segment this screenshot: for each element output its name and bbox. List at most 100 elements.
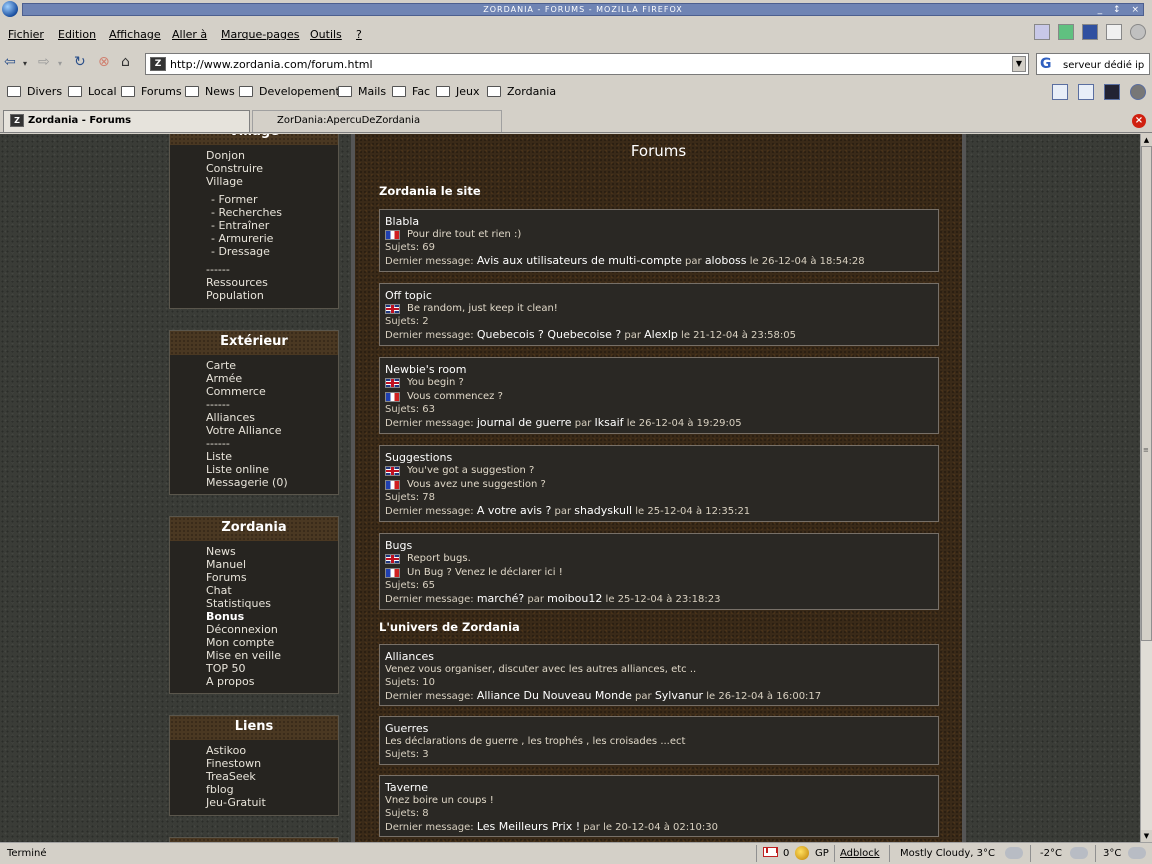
sidebar-item-alliances[interactable]: Alliances — [206, 411, 338, 424]
tab-apercu[interactable]: ZorDania:ApercuDeZordania — [252, 110, 502, 132]
sidebar-item-commerce[interactable]: Commerce — [206, 385, 338, 398]
forum-entry[interactable]: Newbie's room You begin ? Vous commencez… — [379, 357, 939, 434]
forum-entry[interactable]: Off topic Be random, just keep it clean!… — [379, 283, 939, 346]
last-user-link[interactable]: Sylvanur — [655, 689, 703, 702]
sidebar-item-astikoo[interactable]: Astikoo — [206, 744, 338, 757]
gmail-icon[interactable] — [763, 847, 778, 858]
sidebar-item-chat[interactable]: Chat — [206, 584, 338, 597]
sidebar-item-ressources[interactable]: Ressources — [206, 276, 338, 289]
menu-outils[interactable]: Outils — [310, 28, 342, 41]
sidebar-item-liste[interactable]: Liste — [206, 450, 338, 463]
menu-edition[interactable]: Edition — [58, 28, 96, 41]
adblock-link[interactable]: Adblock — [840, 848, 880, 859]
scroll-up-icon[interactable]: ▲ — [1141, 134, 1152, 146]
forum-name[interactable]: Guerres — [385, 722, 933, 735]
url-input[interactable] — [170, 56, 1010, 72]
sidebar-item-armee[interactable]: Armée — [206, 372, 338, 385]
sidebar-item-dressage[interactable]: - Dressage — [206, 245, 338, 258]
sidebar-item-statistiques[interactable]: Statistiques — [206, 597, 338, 610]
globe-menu-icon[interactable] — [1130, 84, 1146, 100]
sidebar-item-liste-online[interactable]: Liste online — [206, 463, 338, 476]
sidebar-item-top50[interactable]: TOP 50 — [206, 662, 338, 675]
bookmark-folder[interactable]: News — [185, 85, 235, 98]
puzzle-icon[interactable] — [1058, 24, 1074, 40]
sidebar-item-votre-alliance[interactable]: Votre Alliance — [206, 424, 338, 437]
sidebar-item-entrainer[interactable]: - Entraîner — [206, 219, 338, 232]
forum-entry[interactable]: Taverne Vnez boire un coups ! Sujets: 8 … — [379, 775, 939, 837]
sidebar-item-former[interactable]: - Former — [206, 193, 338, 206]
back-arrow-icon[interactable]: ⇦ — [4, 54, 16, 70]
minimize-button[interactable]: _ — [1098, 5, 1103, 15]
menu-help[interactable]: ? — [356, 28, 362, 41]
last-topic-link[interactable]: Quebecois ? Quebecoise ? — [477, 328, 621, 341]
sidebar-item-deconnexion[interactable]: Déconnexion — [206, 623, 338, 636]
sidebar-item-armurerie[interactable]: - Armurerie — [206, 232, 338, 245]
sidebar-item-bonus[interactable]: Bonus — [206, 610, 338, 623]
bookmark-folder[interactable]: Fac — [392, 85, 430, 98]
sidebar-item-news[interactable]: News — [206, 545, 338, 558]
forum-entry[interactable]: Guerres Les déclarations de guerre , les… — [379, 716, 939, 765]
weather-text[interactable]: Mostly Cloudy, 3°C — [900, 848, 995, 859]
page-info-icon[interactable] — [1052, 84, 1068, 100]
sidebar-item-mise-en-veille[interactable]: Mise en veille — [206, 649, 338, 662]
last-user-link[interactable]: aloboss — [705, 254, 747, 267]
sidebar-item-construire[interactable]: Construire — [206, 162, 338, 175]
forum-name[interactable]: Off topic — [385, 289, 933, 302]
gp-icon[interactable] — [795, 846, 809, 860]
sidebar-item-fblog[interactable]: fblog — [206, 783, 338, 796]
back-dropdown-icon[interactable]: ▾ — [23, 59, 27, 68]
menu-aller-a[interactable]: Aller à — [172, 28, 207, 41]
google-search-icon[interactable]: G — [1040, 56, 1052, 72]
last-topic-link[interactable]: Les Meilleurs Prix ! — [477, 820, 580, 833]
menu-affichage[interactable]: Affichage — [109, 28, 161, 41]
forum-entry[interactable]: Bugs Report bugs. Un Bug ? Venez le décl… — [379, 533, 939, 610]
forum-name[interactable]: Newbie's room — [385, 363, 933, 376]
console-icon[interactable] — [1104, 84, 1120, 100]
maximize-button[interactable]: ↕ — [1113, 5, 1121, 15]
notes-icon[interactable] — [1106, 24, 1122, 40]
search-input[interactable] — [1063, 57, 1149, 73]
sidebar-item-village[interactable]: Village — [206, 175, 338, 188]
address-bar[interactable]: Z ▼ — [145, 53, 1029, 75]
close-window-button[interactable]: × — [1131, 5, 1139, 15]
weather-temp-2[interactable]: -2°C — [1040, 848, 1062, 859]
stop-icon[interactable]: ⊗ — [98, 54, 110, 70]
url-dropdown-icon[interactable]: ▼ — [1012, 56, 1026, 72]
last-user-link[interactable]: moibou12 — [547, 592, 602, 605]
vertical-scrollbar[interactable]: ▲ ≡ ▼ — [1140, 134, 1152, 842]
firefox-globe-icon[interactable] — [2, 1, 18, 17]
scroll-thumb[interactable] — [1141, 146, 1152, 641]
last-user-link[interactable]: Alexlp — [644, 328, 678, 341]
forum-entry[interactable]: Blabla Pour dire tout et rien :) Sujets:… — [379, 209, 939, 272]
bookmark-folder[interactable]: Developement — [239, 85, 340, 98]
sidebar-item-finestown[interactable]: Finestown — [206, 757, 338, 770]
close-tab-icon[interactable]: × — [1132, 114, 1146, 128]
bookmark-folder[interactable]: Local — [68, 85, 117, 98]
bookmark-folder[interactable]: Divers — [7, 85, 62, 98]
sidebar-item-a-propos[interactable]: A propos — [206, 675, 338, 688]
weather-temp-3[interactable]: 3°C — [1103, 848, 1121, 859]
sidebar-item-carte[interactable]: Carte — [206, 359, 338, 372]
forward-arrow-icon[interactable]: ⇨ — [38, 54, 50, 70]
sidebar-item-population[interactable]: Population — [206, 289, 338, 302]
forum-name[interactable]: Taverne — [385, 781, 933, 794]
forum-entry[interactable]: Suggestions You've got a suggestion ? Vo… — [379, 445, 939, 522]
last-topic-link[interactable]: journal de guerre — [477, 416, 572, 429]
last-user-link[interactable]: shadyskull — [574, 504, 632, 517]
tab-zordania-forums[interactable]: Z Zordania - Forums — [3, 110, 250, 132]
menu-marque-pages[interactable]: Marque-pages — [221, 28, 299, 41]
sidebar-item-recherches[interactable]: - Recherches — [206, 206, 338, 219]
scroll-down-icon[interactable]: ▼ — [1141, 830, 1152, 842]
window-icon[interactable] — [1082, 24, 1098, 40]
home-icon[interactable]: ⌂ — [121, 54, 130, 70]
gp-label[interactable]: GP — [815, 848, 829, 859]
sidebar-item-jeu-gratuit[interactable]: Jeu-Gratuit — [206, 796, 338, 809]
forum-name[interactable]: Alliances — [385, 650, 933, 663]
last-user-link[interactable]: Iksaif — [595, 416, 624, 429]
forum-name[interactable]: Bugs — [385, 539, 933, 552]
document-icon[interactable] — [1078, 84, 1094, 100]
sidebar-item-treaseek[interactable]: TreaSeek — [206, 770, 338, 783]
sidebar-item-donjon[interactable]: Donjon — [206, 149, 338, 162]
bookmark-folder[interactable]: Jeux — [436, 85, 480, 98]
sidebar-item-forums[interactable]: Forums — [206, 571, 338, 584]
